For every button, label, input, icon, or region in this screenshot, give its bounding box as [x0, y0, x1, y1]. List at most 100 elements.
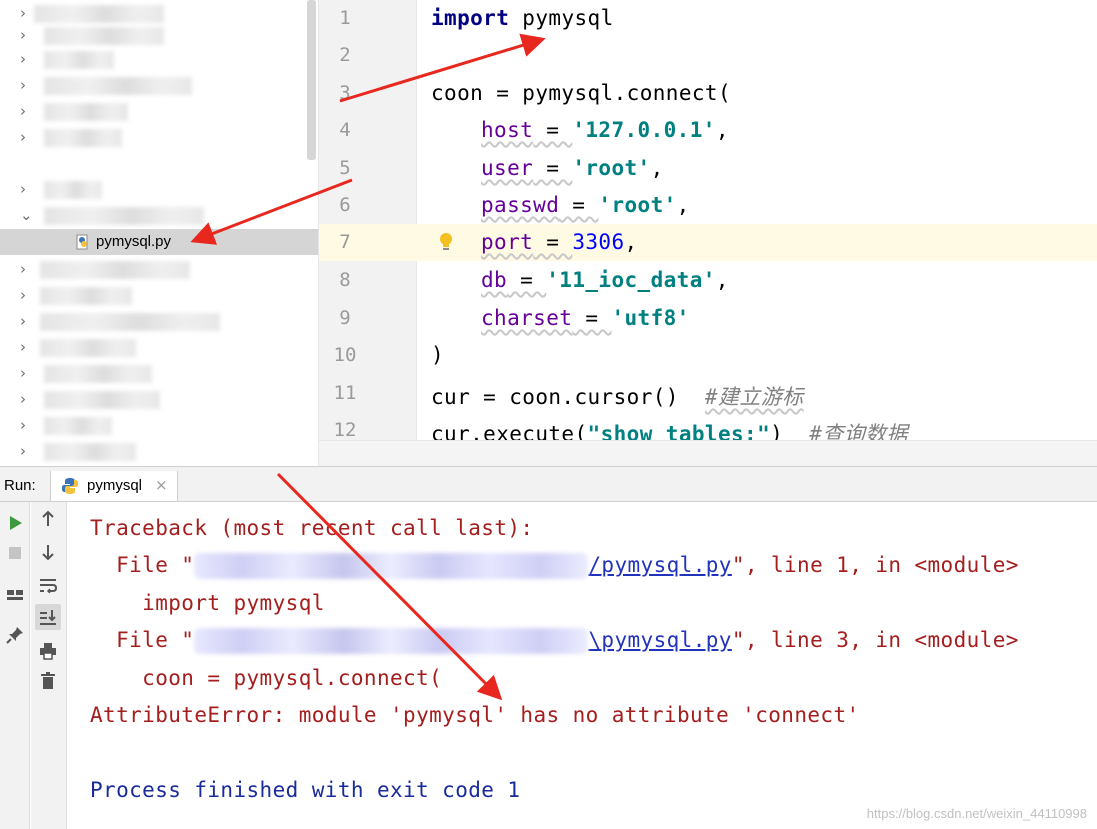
tree-item[interactable]: ›	[0, 72, 318, 98]
blurred-label	[34, 5, 164, 23]
chevron-right-icon[interactable]: ›	[20, 442, 34, 460]
chevron-right-icon[interactable]: ›	[20, 390, 34, 408]
play-icon[interactable]	[2, 510, 28, 536]
console-text: File "	[90, 553, 195, 577]
tree-item[interactable]: ›	[0, 334, 318, 360]
code-text: passwd = 'root',	[481, 193, 690, 217]
code-line[interactable]: 11 cur = coon.cursor() #建立游标	[319, 375, 1097, 412]
chevron-down-icon[interactable]: ⌄	[20, 206, 34, 224]
blurred-label	[44, 77, 192, 95]
line-number: 8	[339, 269, 351, 291]
run-toolbar-left	[0, 502, 30, 829]
code-line[interactable]: 5 user = 'root',	[319, 150, 1097, 187]
console-line-error: AttributeError: module 'pymysql' has no …	[90, 703, 860, 727]
run-tab-pymysql[interactable]: pymysql ×	[50, 471, 178, 501]
string-literal: 'utf8'	[611, 306, 690, 330]
file-link[interactable]: \pymysql.py	[588, 628, 731, 652]
file-link[interactable]: /pymysql.py	[588, 553, 731, 577]
chevron-down-icon[interactable]: ›	[20, 4, 34, 22]
code-line[interactable]: 9 charset = 'utf8'	[319, 300, 1097, 337]
run-console-output[interactable]: Traceback (most recent call last): File …	[68, 502, 1097, 829]
trash-icon[interactable]	[35, 668, 61, 694]
blurred-label	[44, 181, 102, 199]
code-line[interactable]: 8 db = '11_ioc_data',	[319, 262, 1097, 299]
blurred-label	[44, 129, 122, 147]
tree-item[interactable]: ⌄	[0, 202, 318, 228]
python-icon	[62, 478, 78, 494]
blurred-label	[44, 103, 128, 121]
code-line[interactable]: 6 passwd = 'root',	[319, 187, 1097, 224]
param-name: host	[481, 118, 534, 142]
arrow-up-icon[interactable]	[35, 506, 61, 532]
assign-op: =	[533, 156, 573, 180]
param-name: passwd	[481, 193, 560, 217]
blurred-label	[44, 51, 114, 69]
tree-item[interactable]: ›	[0, 412, 318, 438]
tree-item[interactable]: ›	[0, 360, 318, 386]
chevron-right-icon[interactable]: ›	[20, 312, 34, 330]
run-tool-window-header: Run: pymysql ×	[0, 466, 1097, 502]
tree-item[interactable]: ›	[0, 256, 318, 282]
tree-item[interactable]: ›	[0, 22, 318, 48]
blurred-label	[44, 207, 204, 225]
chevron-right-icon[interactable]: ›	[20, 102, 34, 120]
console-line: coon = pymysql.connect(	[90, 666, 443, 690]
comment: #建立游标	[704, 385, 804, 409]
stop-icon[interactable]	[2, 540, 28, 566]
tree-item[interactable]: ›	[0, 386, 318, 412]
arrow-down-icon[interactable]	[35, 539, 61, 565]
chevron-right-icon[interactable]: ›	[20, 180, 34, 198]
code-text: coon = pymysql.connect(	[431, 81, 731, 105]
code-line[interactable]: 1 import pymysql	[319, 0, 1097, 37]
tree-item[interactable]: ›	[0, 124, 318, 150]
line-number: 9	[339, 307, 351, 329]
code-text: port = 3306,	[481, 230, 638, 254]
code-text: db = '11_ioc_data',	[481, 268, 729, 292]
layout-icon[interactable]	[2, 582, 28, 608]
close-icon[interactable]: ×	[155, 476, 168, 494]
code-line-current[interactable]: 7 port = 3306,	[319, 224, 1097, 261]
tree-item-pymysql-py[interactable]: pymysql.py	[0, 229, 318, 255]
editor-horizontal-scrollbar[interactable]	[319, 440, 1097, 466]
line-number: 12	[333, 419, 357, 441]
console-text: ", line 3, in <module>	[731, 628, 1019, 652]
comma: ,	[650, 156, 664, 180]
chevron-right-icon[interactable]: ›	[20, 364, 34, 382]
chevron-right-icon[interactable]: ›	[20, 286, 34, 304]
lightbulb-icon[interactable]	[439, 232, 453, 252]
chevron-right-icon[interactable]: ›	[20, 26, 34, 44]
chevron-right-icon[interactable]: ›	[20, 416, 34, 434]
chevron-right-icon[interactable]: ›	[20, 76, 34, 94]
soft-wrap-icon[interactable]	[35, 572, 61, 598]
tree-item[interactable]: ›	[0, 176, 318, 202]
code-line[interactable]: 4 host = '127.0.0.1',	[319, 112, 1097, 149]
tree-item[interactable]: ›	[0, 282, 318, 308]
print-icon[interactable]	[35, 638, 61, 664]
blurred-label	[40, 287, 132, 305]
tree-item[interactable]: ›	[0, 98, 318, 124]
code-part: cur = coon.cursor()	[431, 385, 705, 409]
line-number: 11	[333, 382, 357, 404]
chevron-right-icon[interactable]: ›	[20, 50, 34, 68]
chevron-right-icon[interactable]: ›	[20, 260, 34, 278]
comma: ,	[715, 268, 729, 292]
console-line: import pymysql	[90, 591, 325, 615]
line-number: 4	[339, 119, 351, 141]
scroll-to-end-icon[interactable]	[35, 604, 61, 630]
tree-item[interactable]: ›	[0, 46, 318, 72]
code-line[interactable]: 10 )	[319, 337, 1097, 374]
code-text: host = '127.0.0.1',	[481, 118, 729, 142]
assign-op: =	[572, 306, 612, 330]
tree-item[interactable]: ›	[0, 308, 318, 334]
run-tab-label: pymysql	[87, 477, 143, 494]
chevron-right-icon[interactable]: ›	[20, 128, 34, 146]
console-line: Traceback (most recent call last):	[90, 516, 534, 540]
code-editor[interactable]: 1 import pymysql 2 3 coon = pymysql.conn…	[318, 0, 1097, 466]
code-line[interactable]: 2	[319, 37, 1097, 74]
tree-item[interactable]: ›	[0, 438, 318, 464]
assign-op: =	[559, 193, 599, 217]
pin-icon[interactable]	[2, 622, 28, 648]
param-name: db	[481, 268, 508, 292]
code-line[interactable]: 3 coon = pymysql.connect(	[319, 75, 1097, 112]
chevron-right-icon[interactable]: ›	[20, 338, 34, 356]
